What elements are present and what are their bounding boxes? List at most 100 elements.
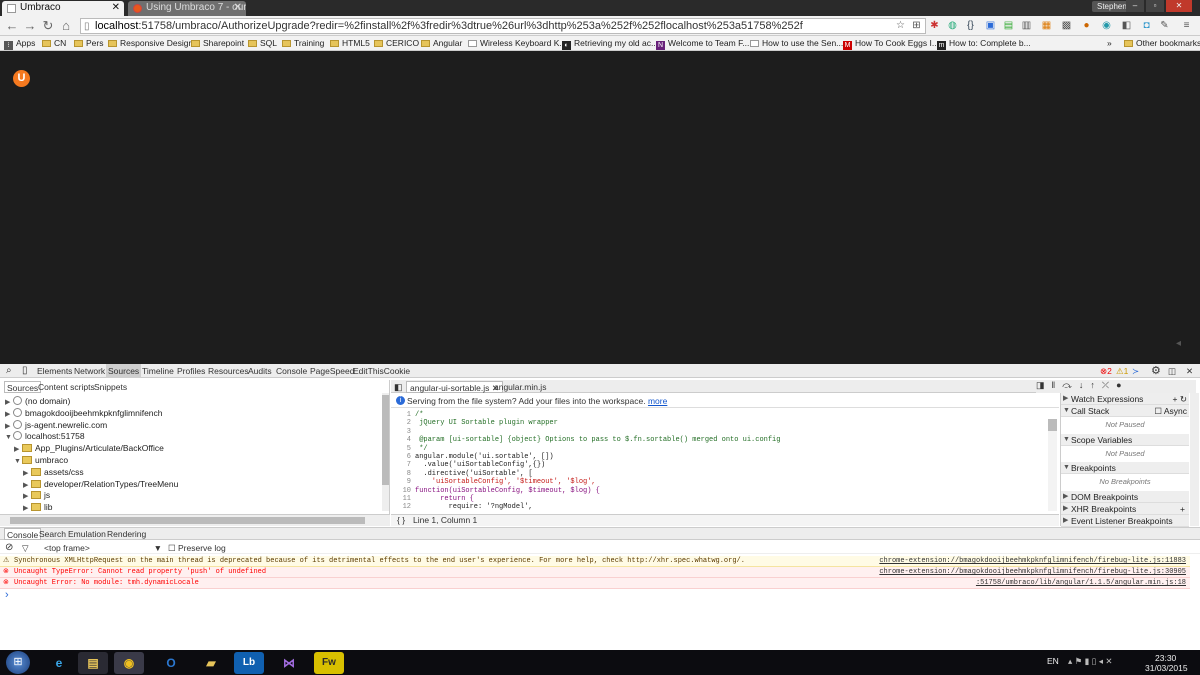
tab-profiles[interactable]: Profiles — [177, 364, 205, 378]
add-icon[interactable]: + — [1180, 503, 1185, 515]
reload-icon[interactable]: ↻ — [40, 18, 56, 34]
line-number[interactable]: 10 — [395, 487, 411, 495]
console-source-link[interactable]: chrome-extension://bmagokdooijbeehmkpknf… — [879, 556, 1186, 567]
close-icon[interactable]: ✕ — [112, 1, 120, 15]
bookmark-folder[interactable]: CN — [42, 36, 66, 51]
tree-item[interactable]: ▶ assets/css — [23, 466, 84, 478]
code-line[interactable]: 1 /* — [395, 411, 424, 419]
code-line[interactable]: 10 function(uiSortableConfig, $timeout, $… — [395, 487, 600, 495]
extension-icon[interactable]: ▥ — [1020, 19, 1033, 32]
bookmark-link[interactable]: N Welcome to Team F... — [656, 36, 749, 51]
tab-resources[interactable]: Resources — [208, 364, 249, 378]
tab-umbraco[interactable]: Umbraco ✕ — [2, 1, 124, 16]
line-number[interactable]: 12 — [395, 503, 411, 511]
back-arrow-icon[interactable]: ← — [4, 18, 20, 34]
extension-icon[interactable]: ▤ — [1002, 19, 1015, 32]
editor-tab[interactable]: angular.min.js — [494, 381, 546, 393]
device-mode-icon[interactable]: ▯ — [22, 364, 28, 378]
code-line[interactable]: 6 angular.module('ui.sortable', []) — [395, 453, 554, 461]
window-close-button[interactable]: ✕ — [1166, 0, 1192, 12]
extension-icon[interactable]: ✱ — [928, 19, 941, 32]
tab-network[interactable]: Network — [74, 364, 105, 378]
code-line[interactable]: 9 'uiSortableConfig', '$timeout', '$log'… — [395, 478, 596, 486]
tab-timeline[interactable]: Timeline — [142, 364, 174, 378]
step-into-icon[interactable]: ↓ — [1079, 380, 1091, 390]
tab-elements[interactable]: Elements — [37, 364, 72, 378]
clear-console-icon[interactable]: ⊘ — [5, 542, 13, 554]
code-line[interactable]: 7 .value('uiSortableConfig',{}) — [395, 461, 545, 469]
line-number[interactable]: 4 — [395, 436, 411, 444]
pen-icon[interactable]: ✎ — [1158, 19, 1171, 32]
bookmark-folder[interactable]: SQL — [248, 36, 277, 51]
tab-sources[interactable]: Sources — [106, 364, 142, 378]
more-bookmarks-chevron[interactable]: » — [1107, 36, 1112, 51]
json-icon[interactable]: {} — [964, 19, 977, 32]
tree-item[interactable]: ▼ localhost:51758 — [5, 430, 85, 442]
settings-gear-icon[interactable]: ⚙ — [1151, 364, 1161, 378]
section-breakpoints[interactable]: ▼ Breakpoints — [1061, 462, 1189, 474]
tab-using-umbraco[interactable]: Using Umbraco 7 - ourum ✕ — [128, 1, 246, 16]
tab-console[interactable]: Console — [276, 364, 307, 378]
line-number[interactable]: 7 — [395, 461, 411, 469]
inspect-icon[interactable]: ⌕ — [6, 364, 12, 378]
tab-pagespeed[interactable]: PageSpeed — [310, 364, 354, 378]
close-icon[interactable]: ✕ — [1186, 364, 1193, 378]
line-number[interactable]: 9 — [395, 478, 411, 486]
editor-scrollbar[interactable] — [1048, 419, 1057, 511]
extension-icon[interactable]: ▣ — [984, 19, 997, 32]
tree-item[interactable]: ▶ App_Plugins/Articulate/BackOffice — [14, 442, 164, 454]
console-drawer-icon[interactable]: ≻ — [1132, 364, 1139, 378]
sidebar-scrollbar[interactable] — [1190, 393, 1199, 526]
minimize-button[interactable]: – — [1126, 0, 1144, 12]
bookmark-apps[interactable]: ⁝ Apps — [4, 36, 35, 51]
section-call-stack[interactable]: ▼ Call Stack ☐ Async — [1061, 405, 1189, 417]
address-bar[interactable]: ▯ localhost:51758/umbraco/AuthorizeUpgra… — [80, 18, 926, 34]
bookmark-folder[interactable]: Responsive Design — [108, 36, 193, 51]
tree-scrollbar[interactable] — [382, 393, 389, 511]
error-counter[interactable]: ⊗2 — [1100, 364, 1112, 378]
line-number[interactable]: 8 — [395, 470, 411, 478]
tab-drawer-rendering[interactable]: Rendering — [107, 528, 146, 540]
extension-icon[interactable]: ◉ — [1100, 19, 1113, 32]
tree-item[interactable]: ▶ bmagokdooijbeehmkpknfglimnifench — [5, 407, 163, 419]
fireworks-icon[interactable]: Fw — [314, 652, 344, 674]
toggle-sidebar-icon[interactable]: ◨ — [1036, 380, 1052, 390]
tab-nav-sources[interactable]: Sources — [4, 381, 42, 393]
bookmark-folder[interactable]: Sharepoint — [191, 36, 244, 51]
file-explorer-icon[interactable]: ▤ — [78, 652, 108, 674]
section-xhr-breakpoints[interactable]: ▶ XHR Breakpoints + — [1061, 503, 1189, 515]
filter-icon[interactable]: ▽ — [22, 542, 29, 554]
code-line[interactable]: 8 .directive('uiSortable', [ — [395, 470, 533, 478]
close-icon[interactable]: ✕ — [234, 1, 242, 15]
tree-item[interactable]: ▶ js — [23, 489, 50, 501]
bookmark-folder[interactable]: Training — [282, 36, 324, 51]
toggle-navigator-icon[interactable]: ◧ — [394, 381, 403, 393]
bookmark-link[interactable]: M How To Cook Eggs I... — [843, 36, 939, 51]
pause-on-exceptions-icon[interactable]: ● — [1116, 380, 1128, 390]
code-line[interactable]: 11 return { — [395, 495, 474, 503]
extension-icon[interactable]: ▦ — [1040, 19, 1053, 32]
code-line[interactable]: 5 */ — [395, 445, 428, 453]
bookmark-folder[interactable]: HTML5 — [330, 36, 370, 51]
tree-item[interactable]: ▼ umbraco — [14, 454, 68, 466]
bookmark-link[interactable]: Wireless Keyboard K... — [468, 36, 566, 51]
preserve-log-checkbox[interactable]: ☐ Preserve log — [168, 542, 226, 554]
console-source-link[interactable]: :51758/umbraco/lib/angular/1.1.5/angular… — [976, 578, 1186, 589]
language-indicator[interactable]: EN — [1047, 656, 1059, 666]
frame-select[interactable]: <top frame> ▼ — [44, 542, 164, 554]
visual-studio-icon[interactable]: ⋈ — [274, 652, 304, 674]
bookmark-link[interactable]: How to use the Sen... — [750, 36, 843, 51]
step-out-icon[interactable]: ↑ — [1090, 380, 1102, 390]
maximize-button[interactable]: ▫ — [1146, 0, 1164, 12]
triangle-down-icon[interactable]: ▼ — [14, 456, 22, 468]
bookmark-folder[interactable]: Pers — [74, 36, 103, 51]
clock-time[interactable]: 23:30 — [1155, 653, 1176, 663]
section-dom-breakpoints[interactable]: ▶ DOM Breakpoints — [1061, 491, 1189, 503]
async-checkbox[interactable]: ☐ Async — [1154, 405, 1187, 417]
section-watch-expressions[interactable]: ▶ Watch Expressions + ↻ — [1061, 393, 1189, 405]
line-number[interactable]: 2 — [395, 419, 411, 427]
more-link[interactable]: more — [648, 396, 667, 406]
camera-icon[interactable]: ◘ — [1140, 19, 1153, 32]
deactivate-breakpoints-icon[interactable]: ⤫ — [1102, 380, 1116, 390]
tab-snippets[interactable]: Snippets — [94, 381, 127, 393]
